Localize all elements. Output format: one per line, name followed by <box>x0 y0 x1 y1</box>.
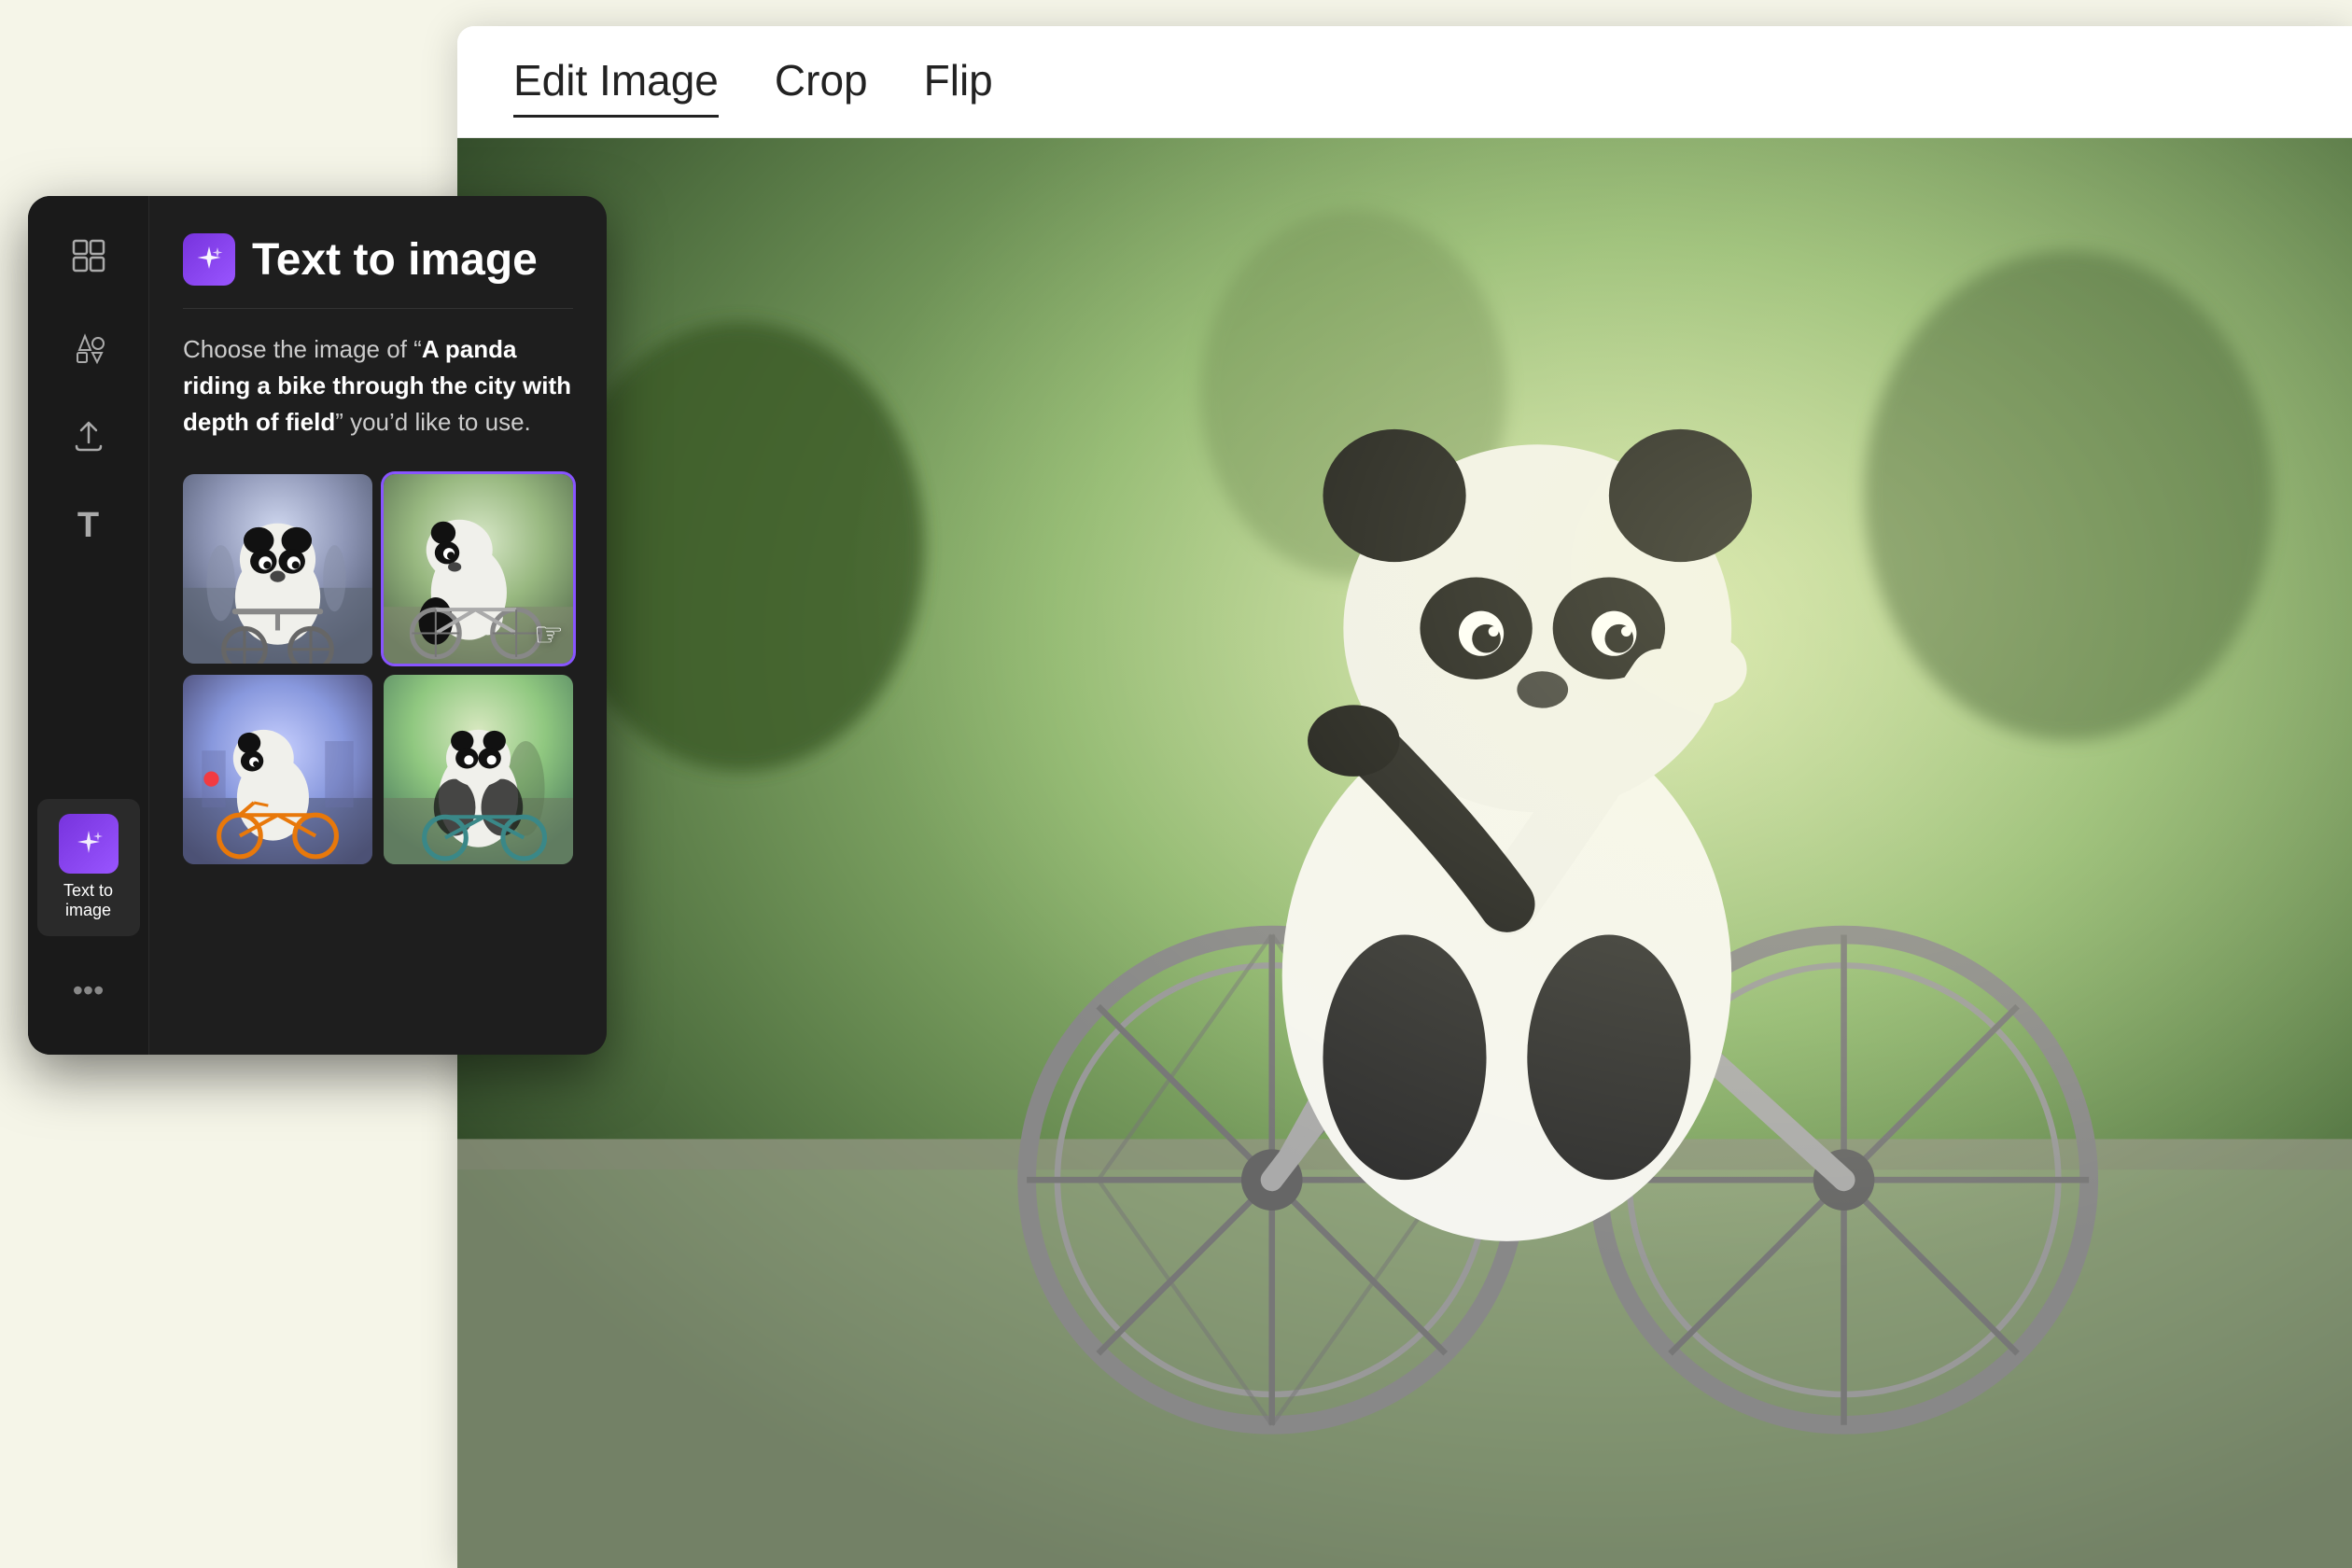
panel-description: Choose the image of “A panda riding a bi… <box>183 331 573 441</box>
main-image-panel: Edit Image Crop Flip <box>457 26 2352 1568</box>
sidebar-item-layout[interactable] <box>37 224 140 293</box>
text-to-image-rail-label: Text to image <box>47 881 131 921</box>
tab-flip[interactable]: Flip <box>924 46 993 118</box>
panel-content: Text to image Choose the image of “A pan… <box>149 196 607 1055</box>
text-to-image-rail-icon <box>59 814 119 874</box>
layout-icon <box>72 239 105 278</box>
image-grid: ☞ <box>183 474 573 864</box>
grid-item-1[interactable] <box>183 474 372 664</box>
tab-edit-image[interactable]: Edit Image <box>513 46 719 118</box>
upload-icon <box>71 418 106 459</box>
sidebar-panel: T Text to image ••• Text to image <box>28 196 607 1055</box>
tab-crop[interactable]: Crop <box>775 46 868 118</box>
sidebar-item-upload[interactable] <box>37 403 140 474</box>
panel-icon <box>183 233 235 286</box>
grid-item-2[interactable]: ☞ <box>384 474 573 664</box>
grid-item-4[interactable] <box>384 675 573 864</box>
panel-header: Text to image <box>183 233 573 309</box>
sidebar-item-elements[interactable] <box>37 312 140 385</box>
panda-illustration <box>457 138 2352 1568</box>
icon-rail: T Text to image ••• <box>28 196 149 1055</box>
elements-icon <box>70 327 107 370</box>
panel-title: Text to image <box>252 234 538 286</box>
main-image-area <box>457 138 2352 1568</box>
toolbar: Edit Image Crop Flip <box>457 26 2352 138</box>
panda-scene-background <box>457 138 2352 1568</box>
sidebar-item-text[interactable]: T <box>37 493 140 558</box>
more-options-button[interactable]: ••• <box>73 955 105 1027</box>
text-icon: T <box>77 508 99 543</box>
sidebar-item-text-to-image[interactable]: Text to image <box>37 799 140 936</box>
grid-item-3[interactable] <box>183 675 372 864</box>
